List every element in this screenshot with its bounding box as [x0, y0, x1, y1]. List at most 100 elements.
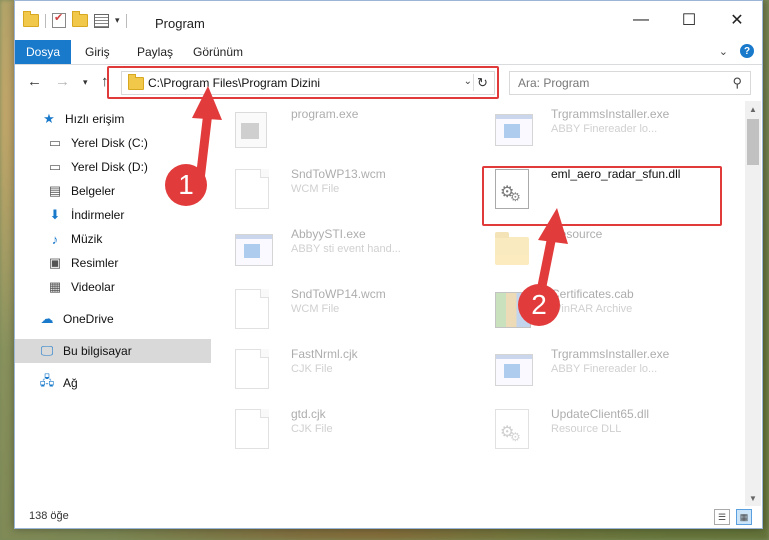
title-bar: ▾ Program — ☐ ✕ — [15, 1, 762, 39]
sidebar-item-quick-access[interactable]: ★ Hızlı erişim — [15, 107, 237, 131]
file-type: ABBY Finereader lo... — [551, 363, 658, 375]
file-item[interactable]: TrgrammsInstaller.exe ABBY Finereader lo… — [475, 343, 715, 395]
network-icon: 🖧 — [39, 373, 55, 388]
file-name: Certificates.cab — [551, 287, 634, 301]
new-folder-icon[interactable] — [72, 11, 88, 27]
close-button[interactable]: ✕ — [714, 1, 760, 39]
file-item[interactable]: Resource — [475, 223, 715, 275]
file-type: ABBY sti event hand... — [291, 243, 401, 255]
scroll-up-icon[interactable]: ▲ — [745, 101, 761, 117]
vertical-scrollbar[interactable]: ▲ ▼ — [745, 101, 761, 506]
dll-file-icon: ⚙ ⚙ — [495, 409, 531, 449]
customize-toolbar-icon[interactable]: ▾ — [115, 15, 120, 26]
file-name: gtd.cjk — [291, 407, 326, 421]
document-icon — [235, 409, 271, 449]
file-type: Resource DLL — [551, 423, 622, 435]
forward-arrow-icon[interactable]: → — [55, 73, 70, 90]
sidebar-item-label: Ağ — [63, 376, 78, 390]
address-highlight-box — [107, 66, 499, 99]
file-name: TrgrammsInstaller.exe — [551, 107, 670, 121]
sidebar-item-documents[interactable]: ▤ Belgeler 📌 — [15, 179, 243, 203]
file-type: CJK File — [291, 363, 333, 375]
tab-share[interactable]: Paylaş — [137, 40, 173, 64]
sidebar-item-label: OneDrive — [63, 312, 114, 326]
properties-icon[interactable] — [94, 13, 109, 28]
file-name: program.exe — [291, 107, 359, 121]
application-icon — [495, 349, 533, 389]
sidebar-item-downloads[interactable]: ⬇ İndirmeler 📌 — [15, 203, 243, 227]
recent-locations-icon[interactable]: ▾ — [83, 77, 88, 88]
sidebar-item-label: Videolar — [71, 280, 115, 294]
minimize-button[interactable]: — — [618, 1, 664, 39]
download-icon: ⬇ — [49, 207, 61, 222]
file-item[interactable]: FastNrml.cjk CJK File — [215, 343, 455, 395]
file-name: Resource — [551, 227, 603, 241]
document-icon — [235, 169, 271, 209]
file-name: FastNrml.cjk — [291, 347, 358, 361]
sidebar-item-this-pc[interactable]: 🖵 Bu bilgisayar — [15, 339, 211, 363]
status-bar: 138 öğe ☰ ▦ — [15, 506, 762, 528]
help-icon[interactable]: ? — [740, 44, 754, 58]
file-item[interactable]: SndToWP14.wcm WCM File — [215, 283, 455, 335]
file-type: WCM File — [291, 183, 340, 195]
sidebar-item-label: Yerel Disk (C:) — [71, 136, 148, 150]
document-icon — [235, 289, 271, 329]
search-icon[interactable]: ⚲ — [732, 75, 742, 91]
computer-icon: 🖵 — [40, 343, 54, 358]
toolbar-separator — [45, 13, 46, 28]
tab-file[interactable]: Dosya — [15, 40, 71, 64]
tab-view[interactable]: Görünüm — [193, 40, 243, 64]
sidebar-item-pictures[interactable]: ▣ Resimler 📌 — [15, 251, 243, 275]
toolbar-separator — [125, 13, 127, 28]
file-name: SndToWP14.wcm — [291, 287, 386, 301]
window-title: Program — [155, 16, 205, 31]
file-item[interactable]: TrgrammsInstaller.exe ABBY Finereader lo… — [475, 103, 715, 155]
ribbon-tabs: Dosya Giriş Paylaş Görünüm ⌄ ? — [15, 40, 762, 65]
view-toggle: ☰ ▦ — [714, 509, 752, 525]
quick-access-toolbar: ▾ — [23, 11, 127, 28]
file-name: TrgrammsInstaller.exe — [551, 347, 670, 361]
sidebar-item-label: Belgeler — [71, 184, 116, 198]
sidebar-item-network[interactable]: 🖧 Ağ — [15, 371, 235, 395]
document-icon — [235, 349, 271, 389]
sidebar-item-music[interactable]: ♪ Müzik 📌 — [15, 227, 243, 251]
file-type: ABBY Finereader lo... — [551, 123, 658, 135]
details-view-icon[interactable]: ☰ — [714, 509, 730, 525]
folder-icon — [495, 229, 531, 269]
file-item[interactable]: SndToWP13.wcm WCM File — [215, 163, 455, 215]
search-input[interactable]: Ara: Program ⚲ — [509, 71, 751, 95]
tab-home[interactable]: Giriş — [85, 40, 110, 64]
application-icon — [235, 229, 273, 269]
sidebar-item-label: Bu bilgisayar — [63, 344, 132, 358]
scrollbar-thumb[interactable] — [747, 119, 759, 165]
sidebar-item-label: Müzik — [71, 232, 103, 246]
tiles-view-icon[interactable]: ▦ — [736, 509, 752, 525]
properties-check-icon[interactable] — [52, 11, 66, 28]
sidebar-item-onedrive[interactable]: ☁ OneDrive — [15, 307, 235, 331]
drive-icon: ▭ — [48, 159, 62, 174]
sidebar-item-disk-d[interactable]: ▭ Yerel Disk (D:) 📌 — [15, 155, 243, 179]
sidebar-item-disk-c[interactable]: ▭ Yerel Disk (C:) 📌 — [15, 131, 243, 155]
scroll-down-icon[interactable]: ▼ — [745, 490, 761, 506]
exe-file-icon — [235, 109, 271, 149]
file-name: AbbyySTI.exe — [291, 227, 366, 241]
file-type: CJK File — [291, 423, 333, 435]
file-item[interactable]: AbbyySTI.exe ABBY sti event hand... — [215, 223, 455, 275]
sidebar-item-label: Resimler — [71, 256, 119, 270]
file-item[interactable]: program.exe — [215, 103, 455, 155]
music-icon: ♪ — [51, 231, 59, 247]
ribbon-right-controls: ⌄ ? — [719, 44, 754, 58]
maximize-button[interactable]: ☐ — [666, 1, 712, 39]
file-item[interactable]: ⚙ ⚙ UpdateClient65.dll Resource DLL — [475, 403, 715, 455]
back-arrow-icon[interactable]: ← — [27, 73, 42, 90]
navigation-pane: ★ Hızlı erişim ▭ Yerel Disk (C:) 📌 ▭ Yer… — [15, 101, 239, 506]
sidebar-item-label: Hızlı erişim — [65, 112, 125, 126]
videos-icon: ▦ — [48, 279, 62, 294]
file-highlight-box — [482, 166, 722, 226]
file-item[interactable]: gtd.cjk CJK File — [215, 403, 455, 455]
folder-icon — [23, 11, 39, 27]
sidebar-item-videos[interactable]: ▦ Videolar 📌 — [15, 275, 243, 299]
chevron-down-icon[interactable]: ⌄ — [719, 45, 728, 58]
application-icon — [495, 109, 533, 149]
file-item[interactable]: Certificates.cab WinRAR Archive — [475, 283, 715, 335]
